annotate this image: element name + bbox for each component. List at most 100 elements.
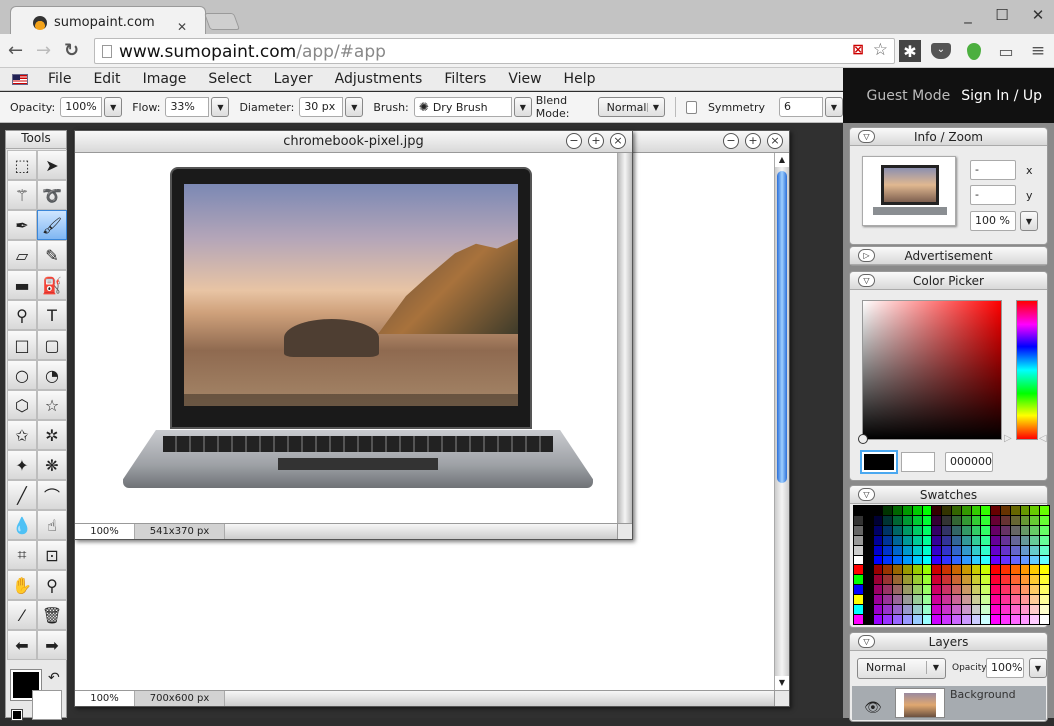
color-swatch[interactable] <box>961 595 971 605</box>
zoom-dropdown-icon[interactable]: ▼ <box>1020 211 1038 231</box>
color-swatch[interactable] <box>971 615 981 624</box>
color-swatch[interactable] <box>991 535 1000 545</box>
color-swatch[interactable] <box>1040 565 1049 575</box>
color-swatch[interactable] <box>893 545 902 555</box>
layer-blend-select[interactable]: Normal ▼ <box>857 658 946 679</box>
tool-rectangle-select[interactable]: ⬚ <box>7 150 37 180</box>
color-swatch[interactable] <box>893 515 902 525</box>
layer-row[interactable]: 👁 Background <box>852 686 1046 720</box>
color-swatch[interactable] <box>981 595 991 605</box>
color-swatch[interactable] <box>912 585 922 595</box>
color-swatch[interactable] <box>883 605 893 615</box>
scroll-up-icon[interactable]: ▲ <box>775 153 789 167</box>
background-swatch[interactable] <box>901 452 935 472</box>
tool-star[interactable]: ☆ <box>37 390 67 420</box>
tool-lasso[interactable]: ➰ <box>37 180 67 210</box>
color-swatch[interactable] <box>893 605 902 615</box>
color-swatch[interactable] <box>961 525 971 535</box>
color-swatch[interactable] <box>1030 506 1040 515</box>
color-swatch[interactable] <box>1040 595 1049 605</box>
color-swatch[interactable] <box>873 506 883 515</box>
color-swatch[interactable] <box>873 535 883 545</box>
color-swatch[interactable] <box>1030 615 1040 624</box>
menu-image[interactable]: Image <box>143 71 187 87</box>
tab-close-icon[interactable]: ✕ <box>177 20 187 34</box>
color-swatch[interactable] <box>952 595 961 605</box>
color-swatch[interactable] <box>991 615 1000 624</box>
pocket-icon[interactable]: ⌄ <box>930 40 952 62</box>
resize-handle[interactable] <box>617 524 632 539</box>
color-swatch[interactable] <box>922 506 932 515</box>
color-swatch[interactable] <box>912 565 922 575</box>
color-swatch[interactable] <box>1030 605 1040 615</box>
color-swatch[interactable] <box>893 565 902 575</box>
color-swatch[interactable] <box>922 585 932 595</box>
color-swatch[interactable] <box>1020 545 1030 555</box>
color-swatch[interactable] <box>883 506 893 515</box>
color-swatch[interactable] <box>883 565 893 575</box>
collapse-icon[interactable]: ▽ <box>858 274 875 287</box>
color-swatch[interactable] <box>1020 525 1030 535</box>
color-swatch[interactable] <box>1020 595 1030 605</box>
color-swatch[interactable] <box>952 615 961 624</box>
color-swatch[interactable] <box>971 595 981 605</box>
color-swatch[interactable] <box>1040 515 1049 525</box>
expand-icon[interactable]: ▷ <box>858 249 875 262</box>
color-swatch[interactable] <box>991 595 1000 605</box>
color-swatch[interactable] <box>971 565 981 575</box>
address-bar[interactable]: www.sumopaint.com/app/#app ⊠ ☆ <box>94 38 895 64</box>
color-swatch[interactable] <box>1020 565 1030 575</box>
color-swatch[interactable] <box>942 535 951 545</box>
color-swatch[interactable] <box>893 595 902 605</box>
cast-icon[interactable]: ▭ <box>995 40 1017 62</box>
evernote-icon[interactable] <box>963 40 985 62</box>
tool-rounded-rectangle[interactable]: ▢ <box>37 330 67 360</box>
color-swatch[interactable] <box>981 575 991 585</box>
color-swatch[interactable] <box>991 605 1000 615</box>
tool-flower-shape[interactable]: ❋ <box>37 450 67 480</box>
color-swatch[interactable] <box>971 545 981 555</box>
tool-star-6[interactable]: ✩ <box>7 420 37 450</box>
color-swatch[interactable] <box>991 555 1000 565</box>
tool-blob-shape[interactable]: ✦ <box>7 450 37 480</box>
zoom-input[interactable]: 100 % <box>970 211 1016 231</box>
flow-input[interactable]: 33% <box>165 97 210 117</box>
bookmark-star-icon[interactable]: ☆ <box>873 40 888 60</box>
color-swatch[interactable] <box>1010 515 1020 525</box>
opacity-input[interactable]: 100% <box>60 97 103 117</box>
tool-rectangle[interactable]: □ <box>7 330 37 360</box>
tool-smudge[interactable]: ☝ <box>37 510 67 540</box>
color-swatch[interactable] <box>854 575 863 585</box>
color-swatch[interactable] <box>1001 615 1010 624</box>
menu-edit[interactable]: Edit <box>93 71 120 87</box>
tool-pencil[interactable]: ✎ <box>37 240 67 270</box>
color-swatch[interactable] <box>991 515 1000 525</box>
color-swatch[interactable] <box>1001 595 1010 605</box>
tool-trash[interactable]: 🗑 <box>37 600 67 630</box>
color-swatch[interactable] <box>1030 575 1040 585</box>
color-swatch[interactable] <box>1020 605 1030 615</box>
color-swatch[interactable] <box>922 565 932 575</box>
color-swatch[interactable] <box>1010 535 1020 545</box>
color-swatch[interactable] <box>863 565 873 575</box>
color-swatch[interactable] <box>863 515 873 525</box>
color-swatch[interactable] <box>893 506 902 515</box>
sign-in-link[interactable]: Sign In / Up <box>961 88 1042 104</box>
color-swatch[interactable] <box>1030 555 1040 565</box>
color-swatch[interactable] <box>912 595 922 605</box>
foreground-swatch[interactable] <box>860 450 898 474</box>
color-swatch[interactable] <box>942 565 951 575</box>
color-swatch[interactable] <box>903 585 912 595</box>
collapse-icon[interactable]: ▽ <box>858 635 875 648</box>
color-swatch[interactable] <box>873 615 883 624</box>
color-swatch[interactable] <box>1020 515 1030 525</box>
color-swatch[interactable] <box>893 585 902 595</box>
color-swatch[interactable] <box>932 615 942 624</box>
symmetry-dropdown-icon[interactable]: ▼ <box>825 97 843 117</box>
color-swatch[interactable] <box>942 525 951 535</box>
color-swatch[interactable] <box>942 506 951 515</box>
color-swatch[interactable] <box>952 565 961 575</box>
hue-slider[interactable] <box>1016 300 1038 440</box>
asterisk-extension-icon[interactable]: ✱ <box>899 40 921 62</box>
color-swatch[interactable] <box>961 565 971 575</box>
